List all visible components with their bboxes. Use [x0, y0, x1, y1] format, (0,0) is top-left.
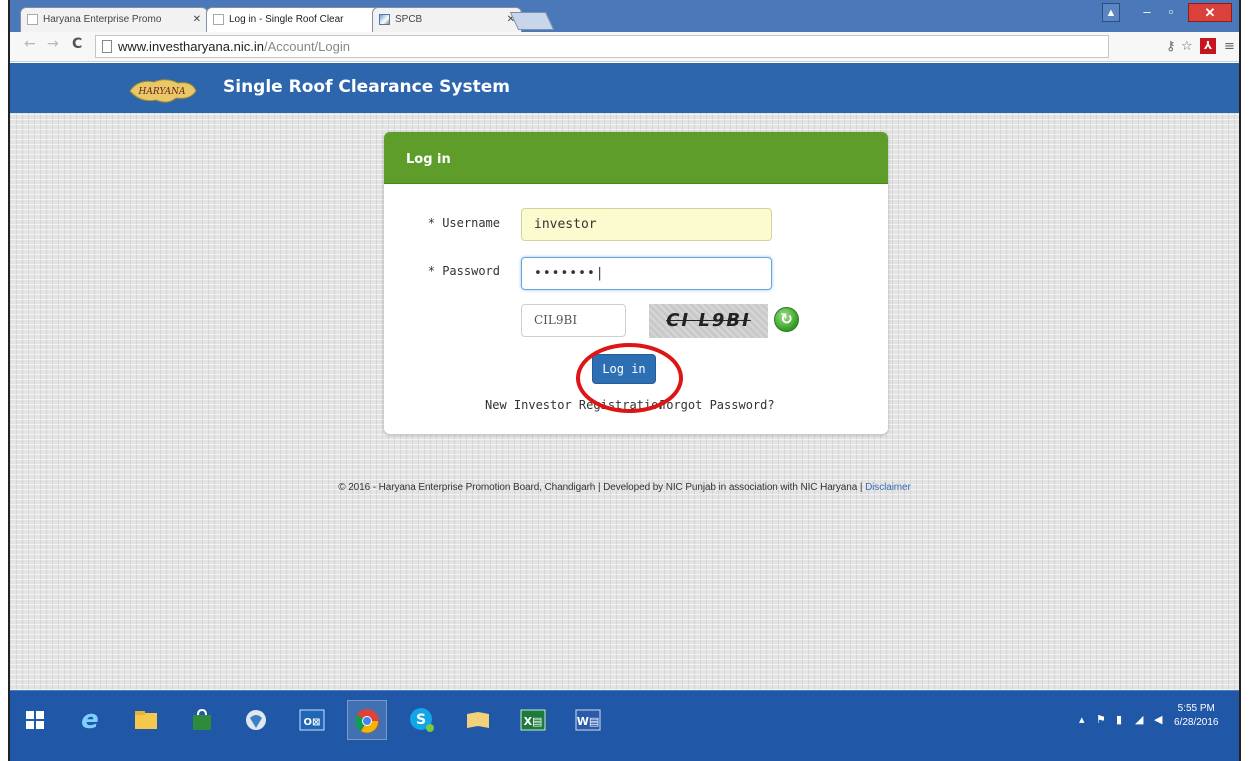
file-explorer-icon[interactable] [126, 700, 166, 740]
tab-label: Log in - Single Roof Clear [229, 14, 344, 25]
signal-icon[interactable]: ◢ [1135, 713, 1143, 726]
clock-time: 5:55 PM [1177, 703, 1215, 714]
windows-start-icon[interactable] [15, 700, 55, 740]
new-investor-registration-link[interactable]: New Investor Registration [485, 398, 666, 412]
internet-explorer-icon[interactable]: e [70, 700, 110, 740]
outlook-icon[interactable]: O⊠ [292, 700, 332, 740]
footer: © 2016 - Haryana Enterprise Promotion Bo… [10, 482, 1239, 493]
network-icon[interactable] [236, 700, 276, 740]
svg-text:O⊠: O⊠ [304, 717, 321, 728]
taskbar: e O⊠ S X▤ W▤ ▴ ⚑ ▮ ◢ ◀ 5:55 PM 6/28/2016 [10, 690, 1239, 761]
tab-strip: Haryana Enterprise Promo ✕ Log in - Sing… [10, 0, 1239, 32]
minimize-icon[interactable]: – [1136, 3, 1158, 22]
site-header: HARYANA Single Roof Clearance System [10, 63, 1239, 113]
maximize-icon[interactable]: ▫ [1160, 3, 1182, 22]
password-input[interactable]: •••••••| [521, 257, 772, 290]
star-icon[interactable]: ☆ [1181, 39, 1193, 54]
url-path: /Account/Login [263, 39, 350, 54]
image-icon [379, 14, 390, 25]
haryana-logo[interactable]: HARYANA [124, 73, 200, 107]
username-input[interactable]: investor [521, 208, 772, 241]
reload-icon[interactable]: C [72, 36, 82, 52]
svg-text:X▤: X▤ [524, 715, 543, 728]
tab-label: Haryana Enterprise Promo [43, 14, 162, 25]
tab-log-in[interactable]: Log in - Single Roof Clear ✕ [206, 7, 392, 32]
page-icon [213, 14, 224, 25]
tab-haryana-enterprise[interactable]: Haryana Enterprise Promo ✕ [20, 7, 208, 32]
site-title: Single Roof Clearance System [223, 77, 510, 97]
svg-text:W▤: W▤ [577, 715, 600, 728]
browser-window: Haryana Enterprise Promo ✕ Log in - Sing… [8, 0, 1241, 761]
browser-toolbar: ← → C www.investharyana.nic.in/Account/L… [10, 32, 1239, 62]
close-tab-icon[interactable]: ✕ [193, 8, 201, 31]
svg-text:HARYANA: HARYANA [138, 87, 186, 97]
captcha-input[interactable]: CIL9BI [521, 304, 626, 337]
pdf-extension-icon[interactable]: ⅄ [1200, 38, 1216, 54]
show-hidden-icons-icon[interactable]: ▴ [1079, 713, 1085, 726]
login-panel: Log in * Username investor * Password ••… [384, 132, 888, 434]
login-button[interactable]: Log in [592, 354, 656, 384]
footer-text: © 2016 - Haryana Enterprise Promotion Bo… [338, 482, 863, 493]
close-window-icon[interactable]: ✕ [1188, 3, 1232, 22]
volume-icon[interactable]: ◀ [1154, 713, 1162, 726]
page-icon [102, 40, 112, 53]
tab-spcb[interactable]: SPCB ✕ [372, 7, 522, 32]
menu-icon[interactable]: ≡ [1224, 39, 1235, 54]
page-content: Log in * Username investor * Password ••… [10, 113, 1239, 690]
login-heading: Log in [384, 132, 888, 184]
folder-icon[interactable] [458, 700, 498, 740]
captcha-image: CI L9BI [649, 304, 768, 338]
flag-icon[interactable]: ⚑ [1096, 713, 1106, 726]
back-icon[interactable]: ← [24, 36, 36, 52]
disclaimer-link[interactable]: Disclaimer [865, 482, 911, 493]
user-icon[interactable]: ▲ [1102, 3, 1120, 22]
address-bar[interactable]: www.investharyana.nic.in/Account/Login [95, 35, 1109, 58]
new-tab-button[interactable] [509, 12, 555, 30]
password-label: * Password [427, 264, 500, 278]
refresh-captcha-icon[interactable]: ↻ [774, 307, 799, 332]
url-host: www.investharyana.nic.in [118, 39, 264, 54]
svg-text:S: S [416, 712, 426, 728]
battery-icon[interactable]: ▮ [1116, 713, 1122, 726]
page-icon [27, 14, 38, 25]
key-icon[interactable]: ⚷ [1166, 39, 1176, 54]
username-label: * Username [427, 216, 500, 230]
tab-label: SPCB [395, 14, 423, 25]
chrome-icon[interactable] [347, 700, 387, 740]
clock-date: 6/28/2016 [1174, 717, 1219, 728]
clock[interactable]: 5:55 PM 6/28/2016 [1174, 702, 1219, 730]
forgot-password-link[interactable]: Forgot Password? [659, 398, 775, 412]
store-icon[interactable] [182, 700, 222, 740]
word-icon[interactable]: W▤ [568, 700, 608, 740]
forward-icon[interactable]: → [47, 36, 59, 52]
skype-icon[interactable]: S [402, 700, 442, 740]
excel-icon[interactable]: X▤ [513, 700, 553, 740]
